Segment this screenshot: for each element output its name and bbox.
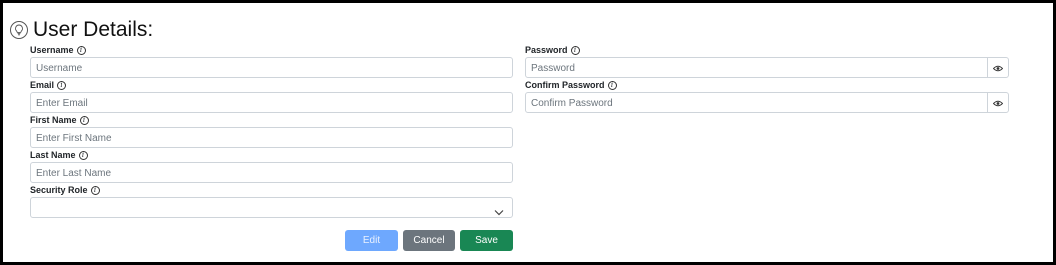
username-input[interactable] [31,59,512,78]
password-label: Password i [525,44,580,56]
last-name-field-wrapper [30,162,513,183]
chevron-down-icon [494,203,504,221]
info-icon[interactable]: i [607,80,617,90]
page-title: User Details: [33,18,154,41]
eye-icon [992,59,1004,77]
username-label-text: Username [30,45,74,55]
email-label: Email i [30,79,67,91]
password-field-wrapper [525,57,1009,78]
info-icon[interactable]: i [76,45,86,55]
confirm-password-label: Confirm Password i [525,79,617,91]
info-icon[interactable]: i [78,150,88,160]
show-confirm-password-button[interactable] [987,93,1008,112]
last-name-label-text: Last Name [30,150,76,160]
confirm-password-field-wrapper [525,92,1009,113]
eye-icon [992,94,1004,112]
show-password-button[interactable] [987,58,1008,77]
password-label-text: Password [525,45,568,55]
save-button[interactable]: Save [460,230,513,251]
username-label: Username i [30,44,86,56]
first-name-label: First Name i [30,114,89,126]
username-field-wrapper [30,57,513,78]
security-role-select[interactable] [30,197,513,218]
security-role-label-text: Security Role [30,185,88,195]
user-details-panel: User Details: Username i Email i First N… [0,0,1056,265]
first-name-field-wrapper [30,127,513,148]
first-name-input[interactable] [31,129,512,148]
edit-button[interactable]: Edit [345,230,398,251]
email-field-wrapper [30,92,513,113]
last-name-label: Last Name i [30,149,88,161]
email-input[interactable] [31,94,512,113]
panel-header: User Details: [10,17,153,43]
cancel-button[interactable]: Cancel [403,230,455,251]
password-input[interactable] [526,59,988,78]
info-icon[interactable]: i [570,45,580,55]
first-name-label-text: First Name [30,115,77,125]
info-icon[interactable]: i [79,115,89,125]
info-icon[interactable]: i [57,80,67,90]
confirm-password-input[interactable] [526,94,988,113]
email-label-text: Email [30,80,55,90]
info-icon[interactable]: i [90,185,100,195]
security-role-label: Security Role i [30,184,100,196]
last-name-input[interactable] [31,164,512,183]
confirm-password-label-text: Confirm Password [525,80,605,90]
lightbulb-icon [10,21,28,39]
